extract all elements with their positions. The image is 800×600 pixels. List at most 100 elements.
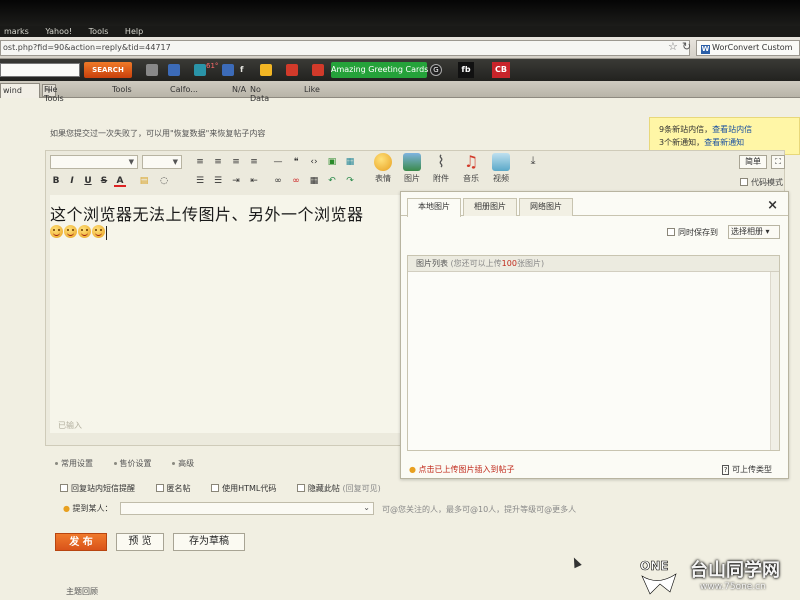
download-icon[interactable]: ⤓ — [527, 155, 539, 167]
news-icon[interactable] — [222, 64, 234, 76]
g-icon[interactable]: G — [430, 64, 442, 76]
url-field[interactable]: ost.php?fid=90&action=reply&tid=44717 — [0, 40, 690, 56]
media-icon[interactable]: ▣ — [326, 156, 338, 168]
tab-web-image[interactable]: 网络图片 — [519, 198, 573, 216]
menu-item-tools[interactable]: Tools — [89, 27, 109, 36]
emoji-row — [50, 225, 107, 241]
italic-button[interactable]: I — [66, 175, 78, 187]
horizontal-rule-icon[interactable]: — — [272, 156, 284, 168]
chevron-down-icon[interactable]: ⌄ — [363, 503, 370, 512]
menu-item-bookmarks[interactable]: marks — [4, 27, 29, 36]
shopping-icon[interactable] — [260, 64, 272, 76]
option-hide-post[interactable]: 隐藏此帖 (回复可见) — [296, 484, 381, 493]
album-select[interactable]: 选择相册 ▾ — [728, 225, 780, 239]
fullscreen-button[interactable]: ⛶ — [771, 155, 785, 169]
tab-active[interactable]: wind — [0, 83, 40, 98]
quote-icon[interactable]: ❝ — [290, 156, 302, 168]
tab-advanced[interactable]: 高级 — [172, 459, 194, 468]
code-mode-toggle[interactable]: 代码模式 — [740, 177, 783, 188]
code-icon[interactable]: ‹› — [308, 156, 320, 168]
mention-input[interactable]: ⌄ — [120, 502, 374, 515]
editor-body[interactable]: 这个浏览器无法上传图片、另外一个浏览器 已输入 — [50, 195, 406, 433]
checkbox[interactable] — [155, 484, 164, 492]
underline-button[interactable]: U — [82, 175, 94, 187]
search-engine-box[interactable]: W WorConvert Custom — [696, 40, 800, 56]
option-anonymous[interactable]: 匿名帖 — [155, 484, 191, 493]
redo-icon[interactable]: ↷ — [344, 175, 356, 187]
strike-button[interactable]: S — [98, 175, 110, 187]
help-icon: ? — [721, 465, 730, 475]
checkbox[interactable] — [211, 484, 220, 492]
refresh-icon[interactable]: ↻ — [682, 40, 691, 53]
unordered-list-icon[interactable]: ☰ — [212, 175, 224, 187]
video-icon[interactable] — [286, 64, 298, 76]
font-family-select[interactable]: ▼ — [50, 155, 138, 169]
sync-save-checkbox[interactable] — [667, 228, 675, 236]
publish-button[interactable]: 发 布 — [55, 533, 107, 551]
mail-icon[interactable] — [168, 64, 180, 76]
cb-button[interactable]: CB — [492, 62, 510, 78]
fb-button[interactable]: fb — [458, 62, 474, 78]
tab-local-image[interactable]: 本地图片 — [407, 198, 461, 217]
tab-price-settings-label: 售价设置 — [119, 459, 152, 468]
tools-menu[interactable]: Tools — [112, 85, 132, 94]
checkbox[interactable] — [296, 484, 305, 492]
align-center-icon[interactable]: ≡ — [212, 156, 224, 168]
image-insert-dialog: 本地图片 相册图片 网络图片 × 同时保存到 选择相册 ▾ 图片列表 (您还可以… — [400, 191, 789, 479]
greeting-cards-button[interactable]: Amazing Greeting Cards — [331, 62, 428, 78]
insert-uploaded-hint[interactable]: ● 点击已上传图片插入到帖子 — [409, 464, 515, 475]
ordered-list-icon[interactable]: ☰ — [194, 175, 206, 187]
image-list-scrollbar[interactable] — [770, 272, 779, 450]
tab-price-settings[interactable]: 售价设置 — [113, 459, 152, 468]
gift-icon[interactable] — [312, 64, 324, 76]
option-reply-notify[interactable]: 回复站内短信提醒 — [60, 484, 135, 493]
image-button[interactable]: 图片 — [399, 153, 425, 189]
upload-types-link[interactable]: ? 可上传类型 — [721, 464, 772, 475]
music-button[interactable]: ♫ 音乐 — [458, 153, 484, 189]
menu-item-help[interactable]: Help — [125, 27, 143, 36]
calc-field[interactable]: Calfo... — [170, 85, 198, 94]
highlight-icon[interactable]: ▤ — [138, 175, 150, 187]
outdent-icon[interactable]: ⇤ — [248, 175, 260, 187]
align-right-icon[interactable]: ≡ — [230, 156, 242, 168]
like-button[interactable]: Like — [304, 85, 320, 94]
font-color-button[interactable]: A — [114, 175, 126, 187]
calendar-icon[interactable]: ▦ — [308, 175, 320, 187]
code-mode-checkbox[interactable] — [740, 178, 748, 186]
align-justify-icon[interactable]: ≡ — [248, 156, 260, 168]
bookmark-star-icon[interactable]: ☆ — [668, 40, 678, 53]
toolbar-search-button[interactable]: SEARCH — [84, 62, 132, 78]
save-draft-button[interactable]: 存为草稿 — [173, 533, 245, 551]
menu-bar: marks Yahoo! Tools Help — [0, 26, 800, 37]
menu-item-yahoo[interactable]: Yahoo! — [45, 27, 72, 36]
toolbar-search-input[interactable] — [0, 63, 80, 77]
undo-icon[interactable]: ↶ — [326, 175, 338, 187]
view-messages-link[interactable]: 查看站内信 — [712, 125, 752, 134]
weather-icon[interactable] — [194, 64, 206, 76]
indent-icon[interactable]: ⇥ — [230, 175, 242, 187]
font-size-select[interactable]: ▼ — [142, 155, 182, 169]
tab-common-settings[interactable]: 常用设置 — [55, 459, 93, 468]
video-button[interactable]: 视频 — [488, 153, 514, 189]
option-anonymous-label: 匿名帖 — [166, 484, 191, 493]
emoticon-button[interactable]: 表情 — [370, 153, 396, 189]
simple-mode-button[interactable]: 简单 — [739, 155, 767, 169]
option-html-code[interactable]: 使用HTML代码 — [211, 484, 276, 493]
file-tools-menu[interactable]: File Tools — [44, 85, 64, 103]
checkbox[interactable] — [60, 484, 68, 492]
cursor-tool-icon[interactable] — [146, 64, 158, 76]
eraser-icon[interactable]: ◌ — [158, 175, 170, 187]
view-notices-link[interactable]: 查看新通知 — [704, 138, 744, 147]
link-icon[interactable]: ∞ — [272, 175, 284, 187]
editor-content[interactable]: 这个浏览器无法上传图片、另外一个浏览器 — [50, 201, 364, 225]
close-icon[interactable]: × — [767, 198, 778, 213]
align-left-icon[interactable]: ≡ — [194, 156, 206, 168]
bold-button[interactable]: B — [50, 175, 62, 187]
table-icon[interactable]: ▦ — [344, 156, 356, 168]
sync-save-option[interactable]: 同时保存到 — [667, 227, 718, 238]
unlink-icon[interactable]: ∞ — [290, 175, 302, 187]
facebook-icon[interactable]: f — [240, 65, 243, 74]
attachment-button[interactable]: ⌇ 附件 — [428, 153, 454, 189]
preview-button[interactable]: 预 览 — [116, 533, 164, 551]
tab-album-image[interactable]: 相册图片 — [463, 198, 517, 216]
